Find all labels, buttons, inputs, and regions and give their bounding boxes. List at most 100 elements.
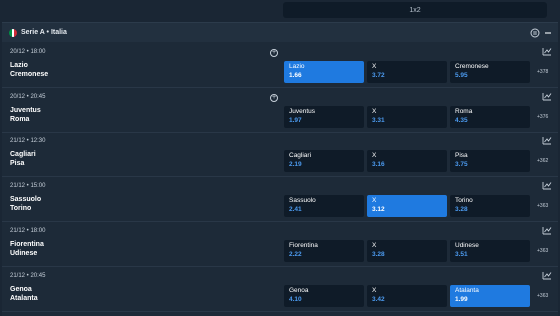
odd-label: Cremonese [455, 63, 489, 70]
home-odd-button[interactable]: Genoa 4.10 [284, 284, 364, 307]
draw-odd-button[interactable]: X 3.16 [367, 150, 447, 173]
home-team: Fiorentina [10, 240, 44, 248]
odd-label: X [372, 286, 377, 294]
stats-chart-icon[interactable] [542, 92, 552, 101]
home-team: Juventus [10, 106, 41, 114]
match-time: 20/12 • 18:00 [10, 49, 46, 55]
home-odd-button[interactable]: Cagliari 2.19 [284, 150, 364, 173]
more-markets-count[interactable]: +378 [537, 69, 548, 75]
collapse-icon[interactable] [543, 28, 553, 38]
match-row[interactable]: 21/12 • 12:30 Cagliari Pisa Cagliari 2.19 … [2, 132, 558, 178]
odd-label: X [372, 107, 377, 115]
match-row[interactable]: 20/12 • 18:00 Lazio Cremonese + Lazio 1.66 … [2, 43, 558, 88]
odd-value: 1.66 [289, 72, 302, 79]
odd-label: Lazio [289, 63, 305, 70]
odd-label: Atalanta [455, 286, 479, 294]
home-team: Lazio [10, 62, 28, 69]
away-team: Pisa [10, 160, 25, 168]
stats-chart-icon[interactable] [542, 181, 552, 190]
odd-label: X [372, 63, 377, 70]
odd-label: X [372, 241, 377, 249]
match-row[interactable]: 20/12 • 20:45 Juventus Roma + Juventus 1.97… [2, 88, 558, 133]
away-odd-button[interactable]: Pisa 3.75 [450, 150, 530, 173]
draw-odd-button[interactable]: X 3.31 [367, 105, 447, 128]
home-team: Sassuolo [10, 196, 42, 204]
odd-value: 1.99 [455, 295, 468, 303]
draw-odd-button[interactable]: X 3.42 [367, 284, 447, 307]
odd-value: 3.28 [455, 206, 468, 214]
market-type-dropdown[interactable]: 1x2 [283, 2, 547, 18]
odd-value: 3.75 [455, 161, 468, 169]
stats-chart-icon[interactable] [542, 136, 552, 145]
draw-odd-button[interactable]: X 3.12 [367, 195, 447, 218]
home-odd-button[interactable]: Sassuolo 2.41 [284, 195, 364, 218]
odd-label: Udinese [455, 241, 479, 249]
odd-value: 2.19 [289, 161, 302, 169]
odd-value: 3.12 [372, 206, 385, 214]
home-team: Cagliari [10, 151, 36, 159]
match-row[interactable]: 21/12 • 20:45 Genoa Atalanta Genoa 4.10 X … [2, 267, 558, 312]
draw-odd-button[interactable]: X 3.72 [367, 61, 447, 83]
league-title: Serie A • Italia [21, 29, 67, 36]
odd-value: 3.28 [372, 250, 385, 258]
odd-value: 3.31 [372, 116, 385, 124]
more-markets-count[interactable]: +363 [537, 203, 548, 209]
home-odd-button[interactable]: Fiorentina 2.22 [284, 239, 364, 262]
more-markets-count[interactable]: +362 [537, 158, 548, 164]
odd-value: 3.72 [372, 72, 385, 79]
add-plus-icon[interactable]: + [270, 49, 278, 57]
odd-value: 3.16 [372, 161, 385, 169]
stats-chart-icon[interactable] [542, 226, 552, 235]
more-markets-count[interactable]: +363 [537, 248, 548, 254]
odd-label: Juventus [289, 107, 316, 115]
market-type-label: 1x2 [409, 6, 421, 14]
away-odd-button[interactable]: Udinese 3.51 [450, 239, 530, 262]
league-panel: Serie A • Italia 20/12 • 18:00 Lazio Cremo… [2, 22, 558, 316]
draw-odd-button[interactable]: X 3.28 [367, 239, 447, 262]
away-team: Torino [10, 205, 32, 213]
odd-label: Genoa [289, 286, 309, 294]
odd-value: 3.42 [372, 295, 385, 303]
match-time: 21/12 • 18:00 [10, 227, 46, 234]
flag-stripe [14, 29, 17, 37]
odd-label: Roma [455, 107, 473, 115]
odd-label: Torino [455, 197, 473, 205]
more-markets-count[interactable]: +363 [537, 293, 548, 299]
currency-toggle-icon[interactable] [530, 28, 540, 38]
odd-label: Pisa [455, 152, 468, 160]
match-time: 20/12 • 20:45 [10, 93, 46, 100]
odd-label: X [372, 152, 377, 160]
away-odd-button[interactable]: Torino 3.28 [450, 195, 530, 218]
odd-label: X [372, 197, 377, 205]
odd-label: Fiorentina [289, 241, 318, 249]
away-team: Roma [10, 115, 30, 123]
match-time: 21/12 • 15:00 [10, 183, 46, 190]
stats-chart-icon[interactable] [542, 271, 552, 280]
league-header[interactable]: Serie A • Italia [2, 22, 558, 42]
top-bar: 1x2 [0, 0, 560, 22]
odd-value: 4.35 [455, 116, 468, 124]
match-row[interactable]: 21/12 • 15:00 Sassuolo Torino Sassuolo 2.4… [2, 177, 558, 223]
away-team: Cremonese [10, 71, 49, 78]
home-odd-button[interactable]: Juventus 1.97 [284, 105, 364, 128]
more-markets-count[interactable]: +376 [537, 114, 548, 120]
odd-label: Sassuolo [289, 197, 316, 205]
home-odd-button[interactable]: Lazio 1.66 [284, 61, 364, 83]
odd-value: 2.22 [289, 250, 302, 258]
odd-value: 1.97 [289, 116, 302, 124]
match-row[interactable]: 21/12 • 18:00 Fiorentina Udinese Fiorentin… [2, 222, 558, 267]
away-odd-button[interactable]: Cremonese 5.95 [450, 61, 530, 83]
odd-label: Cagliari [289, 152, 312, 160]
away-team: Atalanta [10, 294, 38, 302]
stats-chart-icon[interactable] [542, 47, 552, 56]
home-team: Genoa [10, 285, 32, 293]
add-plus-icon[interactable]: + [270, 93, 278, 102]
odd-value: 2.41 [289, 206, 302, 214]
italy-flag-icon [9, 29, 17, 37]
away-team: Udinese [10, 249, 38, 257]
away-odd-button[interactable]: Roma 4.35 [450, 105, 530, 128]
match-time: 21/12 • 12:30 [10, 138, 46, 145]
away-odd-button[interactable]: Atalanta 1.99 [450, 284, 530, 307]
odd-value: 4.10 [289, 295, 302, 303]
odd-value: 3.51 [455, 250, 468, 258]
